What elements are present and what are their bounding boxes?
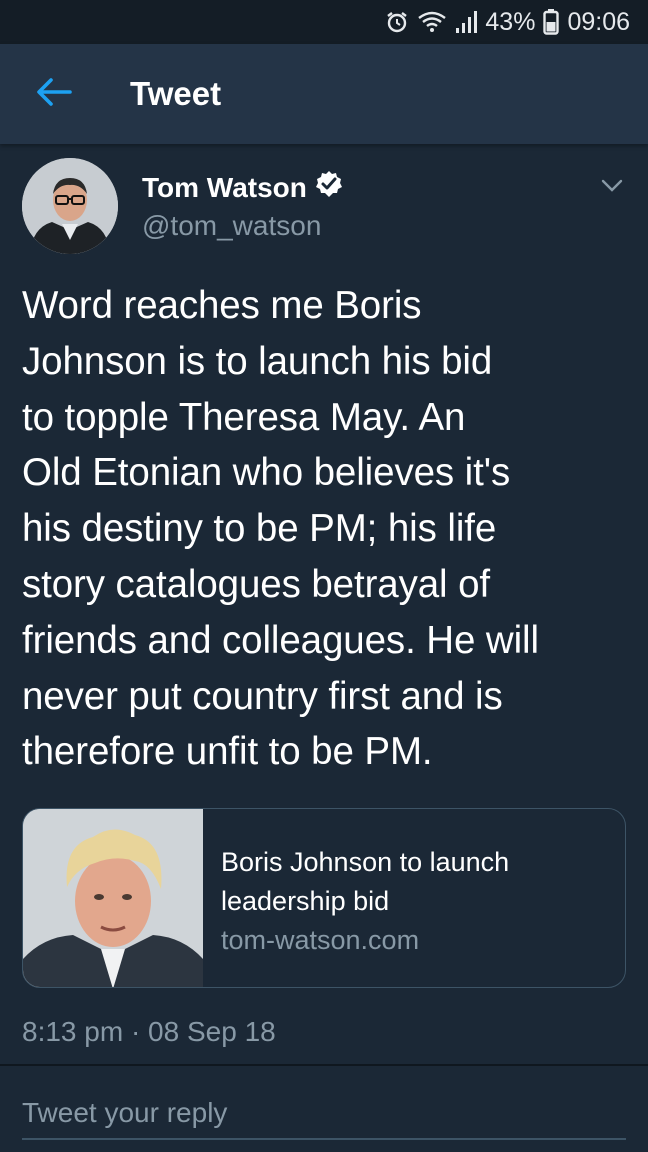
signal-icon bbox=[455, 10, 478, 34]
link-card-title-line: Boris Johnson to launch bbox=[221, 847, 510, 877]
back-button[interactable] bbox=[24, 64, 84, 124]
link-card[interactable]: Boris Johnson to launch leadership bid t… bbox=[22, 808, 626, 988]
clock: 09:06 bbox=[567, 7, 630, 36]
status-bar: 43% 09:06 bbox=[0, 0, 648, 44]
tweet-text-line: Johnson is to launch his bid bbox=[22, 339, 493, 383]
page-title: Tweet bbox=[130, 75, 222, 112]
tweet-text-line: friends and colleagues. He will bbox=[22, 618, 539, 662]
tweet-text-line: his destiny to be PM; his life bbox=[22, 507, 497, 551]
link-card-thumbnail bbox=[23, 809, 203, 987]
tweet-timestamp: 8:13 pm · 08 Sep 18 bbox=[22, 1016, 276, 1047]
wifi-icon bbox=[417, 10, 447, 34]
link-card-body: Boris Johnson to launch leadership bid t… bbox=[203, 809, 509, 987]
link-card-domain: tom-watson.com bbox=[221, 925, 420, 955]
battery-icon bbox=[543, 9, 560, 35]
tweet-text-line: therefore unfit to be PM. bbox=[22, 730, 433, 774]
author-handle[interactable]: @tom_watson bbox=[142, 210, 321, 242]
tweet-text-line: never put country first and is bbox=[22, 674, 503, 718]
avatar[interactable] bbox=[22, 158, 118, 254]
verified-badge-icon bbox=[315, 170, 343, 205]
app-bar: Tweet bbox=[0, 44, 648, 144]
tweet-text-line: Old Etonian who believes it's bbox=[22, 451, 511, 495]
tweet-options-button[interactable] bbox=[596, 172, 628, 204]
chevron-down-icon bbox=[601, 179, 623, 198]
tweet-text: Word reaches me Boris Johnson is to laun… bbox=[22, 278, 626, 780]
reply-input[interactable] bbox=[22, 1088, 626, 1140]
tweet-text-line: story catalogues betrayal of bbox=[22, 562, 491, 606]
alarm-icon bbox=[385, 10, 409, 34]
author-name-text: Tom Watson bbox=[142, 171, 307, 203]
battery-percent: 43% bbox=[485, 7, 536, 36]
tweet-header: Tom Watson @tom_watson bbox=[0, 150, 648, 260]
tweet-text-line: Word reaches me Boris bbox=[22, 284, 422, 327]
reply-bar bbox=[0, 1066, 648, 1152]
author-name[interactable]: Tom Watson bbox=[142, 170, 343, 205]
link-card-title-line: leadership bid bbox=[221, 886, 390, 916]
tweet-text-line: to topple Theresa May. An bbox=[22, 395, 466, 439]
arrow-left-icon bbox=[36, 77, 72, 112]
